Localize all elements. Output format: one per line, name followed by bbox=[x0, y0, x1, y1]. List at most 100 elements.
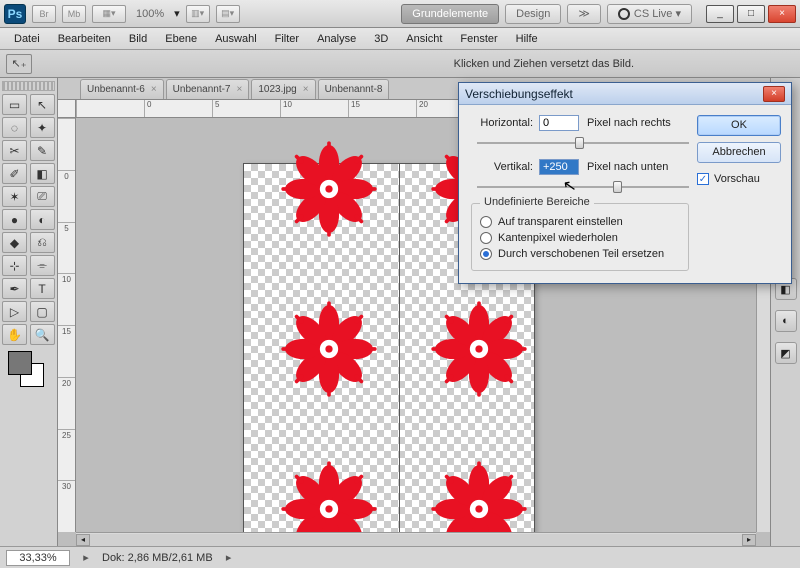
menu-hilfe[interactable]: Hilfe bbox=[508, 30, 546, 48]
tool-button[interactable]: ⎚ bbox=[30, 186, 55, 207]
menu-filter[interactable]: Filter bbox=[267, 30, 307, 48]
menu-datei[interactable]: Datei bbox=[6, 30, 48, 48]
menu-analyse[interactable]: Analyse bbox=[309, 30, 364, 48]
vertical-unit: Pixel nach unten bbox=[587, 161, 668, 173]
minibridge-button[interactable]: Mb bbox=[62, 5, 86, 23]
horizontal-input[interactable] bbox=[539, 115, 579, 131]
ok-button[interactable]: OK bbox=[697, 115, 781, 136]
menu-auswahl[interactable]: Auswahl bbox=[207, 30, 265, 48]
menu-3d[interactable]: 3D bbox=[366, 30, 396, 48]
menu-ansicht[interactable]: Ansicht bbox=[398, 30, 450, 48]
tool-button[interactable]: ✒ bbox=[2, 278, 27, 299]
tool-button[interactable]: ✦ bbox=[30, 117, 55, 138]
scrollbar-horizontal[interactable]: ◂ ▸ bbox=[76, 532, 756, 546]
tool-button[interactable]: ● bbox=[2, 209, 27, 230]
doc-tab[interactable]: Unbenannt-7× bbox=[166, 79, 250, 99]
screen-mode-button[interactable]: ▦▾ bbox=[92, 5, 126, 23]
zoom-level[interactable]: 100% bbox=[136, 8, 164, 20]
toolbox: ▭↖◌✦✂✎✐◧✶⎚●◐◆⎌⊹⌯✒T▷▢✋🔍 bbox=[0, 78, 58, 546]
color-swatches[interactable] bbox=[8, 351, 48, 391]
tool-button[interactable]: T bbox=[30, 278, 55, 299]
preview-checkbox[interactable]: ✓ Vorschau bbox=[697, 173, 781, 185]
workspace-active[interactable]: Grundelemente bbox=[401, 4, 499, 24]
dialog-close-button[interactable]: × bbox=[763, 86, 785, 102]
window-minimize[interactable]: _ bbox=[706, 5, 734, 23]
bridge-button[interactable]: Br bbox=[32, 5, 56, 23]
scroll-track[interactable] bbox=[90, 534, 742, 546]
menu-fenster[interactable]: Fenster bbox=[452, 30, 505, 48]
cslive-button[interactable]: CS Live ▾ bbox=[607, 4, 692, 24]
tool-button[interactable]: ⊹ bbox=[2, 255, 27, 276]
tool-button[interactable]: ↖ bbox=[30, 94, 55, 115]
extras-button[interactable]: ▤▾ bbox=[216, 5, 240, 23]
cancel-button[interactable]: Abbrechen bbox=[697, 142, 781, 163]
scroll-left-icon[interactable]: ◂ bbox=[76, 534, 90, 546]
ruler-tick: 10 bbox=[280, 100, 348, 117]
radio-edge[interactable]: Kantenpixel wiederholen bbox=[480, 232, 680, 244]
tool-button[interactable]: 🔍 bbox=[30, 324, 55, 345]
menu-bild[interactable]: Bild bbox=[121, 30, 155, 48]
workspace-design[interactable]: Design bbox=[505, 4, 561, 24]
tool-button[interactable]: ◆ bbox=[2, 232, 27, 253]
flower-shape bbox=[274, 134, 384, 244]
horizontal-slider[interactable] bbox=[477, 135, 689, 151]
zoom-field[interactable]: 33,33% bbox=[6, 550, 70, 566]
tool-button[interactable]: ▢ bbox=[30, 301, 55, 322]
tool-button[interactable]: ✶ bbox=[2, 186, 27, 207]
vertical-label: Vertikal: bbox=[471, 161, 533, 173]
tab-close-icon[interactable]: × bbox=[303, 84, 309, 95]
ruler-tick bbox=[76, 100, 144, 117]
group-legend: Undefinierte Bereiche bbox=[480, 196, 594, 208]
tool-button[interactable]: ✎ bbox=[30, 140, 55, 161]
options-bar: ↖₊ Klicken und Ziehen versetzt das Bild. bbox=[0, 50, 800, 78]
tool-button[interactable]: ✂ bbox=[2, 140, 27, 161]
tool-button[interactable]: ✋ bbox=[2, 324, 27, 345]
arrange-button[interactable]: ▥▾ bbox=[186, 5, 210, 23]
doc-tab[interactable]: Unbenannt-6× bbox=[80, 79, 164, 99]
tool-button[interactable]: ⎌ bbox=[30, 232, 55, 253]
radio-wrap[interactable]: Durch verschobenen Teil ersetzen bbox=[480, 248, 680, 260]
flower-shape bbox=[274, 294, 384, 404]
ruler-origin[interactable] bbox=[58, 100, 76, 118]
radio-transparent[interactable]: Auf transparent einstellen bbox=[480, 216, 680, 228]
horizontal-unit: Pixel nach rechts bbox=[587, 117, 671, 129]
cslive-icon bbox=[618, 8, 630, 20]
panel-icon[interactable]: ◐ bbox=[775, 310, 797, 332]
tool-button[interactable]: ✐ bbox=[2, 163, 27, 184]
window-close[interactable]: × bbox=[768, 5, 796, 23]
menu-ebene[interactable]: Ebene bbox=[157, 30, 205, 48]
tab-close-icon[interactable]: × bbox=[151, 84, 157, 95]
radio-icon bbox=[480, 248, 492, 260]
status-menu-icon[interactable]: ▸ bbox=[223, 551, 235, 564]
vertical-input[interactable] bbox=[539, 159, 579, 175]
ruler-vertical[interactable]: 051015202530 bbox=[58, 118, 76, 532]
status-caret-icon[interactable]: ▸ bbox=[80, 551, 92, 564]
panel-icon[interactable]: ◩ bbox=[775, 342, 797, 364]
tool-button[interactable]: ▭ bbox=[2, 94, 27, 115]
toolbox-grip[interactable] bbox=[2, 81, 55, 91]
tool-button[interactable]: ▷ bbox=[2, 301, 27, 322]
options-hint: Klicken und Ziehen versetzt das Bild. bbox=[454, 58, 634, 70]
tab-close-icon[interactable]: × bbox=[237, 84, 243, 95]
workspace-more[interactable]: ≫ bbox=[567, 4, 601, 24]
guide-vertical[interactable] bbox=[399, 164, 400, 532]
doc-tab[interactable]: 1023.jpg× bbox=[251, 79, 315, 99]
ruler-tick: 20 bbox=[58, 377, 75, 429]
ruler-tick: 30 bbox=[58, 480, 75, 532]
window-maximize[interactable]: □ bbox=[737, 5, 765, 23]
menu-bearbeiten[interactable]: Bearbeiten bbox=[50, 30, 119, 48]
current-tool-icon[interactable]: ↖₊ bbox=[6, 54, 32, 74]
tool-button[interactable]: ◐ bbox=[30, 209, 55, 230]
title-bar: Ps Br Mb ▦▾ 100%▾ ▥▾ ▤▾ Grundelemente De… bbox=[0, 0, 800, 28]
dialog-title-bar[interactable]: Verschiebungseffekt × bbox=[459, 83, 791, 105]
ruler-tick: 15 bbox=[348, 100, 416, 117]
foreground-swatch[interactable] bbox=[8, 351, 32, 375]
tool-button[interactable]: ◌ bbox=[2, 117, 27, 138]
tool-button[interactable]: ⌯ bbox=[30, 255, 55, 276]
ruler-tick bbox=[58, 118, 75, 170]
tool-button[interactable]: ◧ bbox=[30, 163, 55, 184]
doc-tab[interactable]: Unbenannt-8 bbox=[318, 79, 390, 99]
vertical-slider[interactable] bbox=[477, 179, 689, 195]
flower-shape bbox=[274, 454, 384, 532]
scroll-right-icon[interactable]: ▸ bbox=[742, 534, 756, 546]
